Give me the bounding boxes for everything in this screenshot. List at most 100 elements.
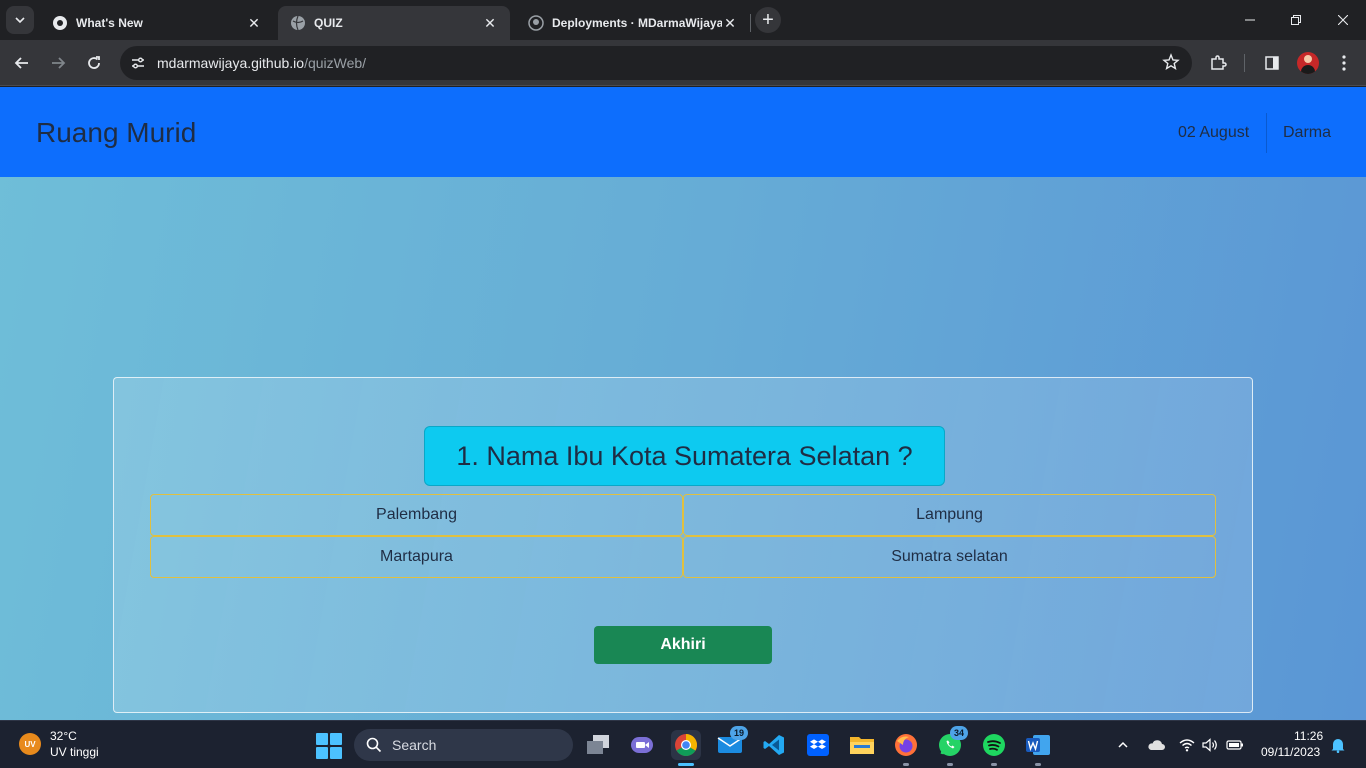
tab-search-button[interactable] bbox=[6, 6, 34, 34]
search-icon bbox=[366, 737, 382, 753]
video-chat-icon bbox=[631, 737, 653, 753]
clock-time[interactable]: 11:26 bbox=[1294, 729, 1323, 743]
spotify-icon bbox=[983, 734, 1005, 756]
page-viewport: Ruang Murid 02 August Darma 1. Nama Ibu … bbox=[0, 87, 1366, 720]
back-button[interactable] bbox=[8, 49, 36, 77]
brand-title[interactable]: Ruang Murid bbox=[36, 117, 196, 149]
chrome-taskbar-button[interactable] bbox=[671, 730, 701, 760]
task-view-button[interactable] bbox=[583, 730, 613, 760]
url-host: mdarmawijaya.github.io bbox=[157, 55, 305, 71]
windows-logo-tile bbox=[330, 733, 342, 745]
taskbar-search[interactable]: Search bbox=[354, 729, 573, 761]
word-button[interactable] bbox=[1023, 730, 1053, 760]
url-text: mdarmawijaya.github.io/quizWeb/ bbox=[157, 55, 366, 71]
running-indicator bbox=[947, 763, 953, 766]
tab-whats-new[interactable]: What's New ✕ bbox=[40, 6, 274, 40]
weather-description[interactable]: UV tinggi bbox=[50, 745, 99, 759]
close-icon[interactable]: ✕ bbox=[246, 15, 262, 31]
extensions-button[interactable] bbox=[1204, 49, 1232, 77]
wifi-icon bbox=[1179, 739, 1195, 752]
reload-button[interactable] bbox=[80, 49, 108, 77]
tab-strip: What's New ✕ QUIZ ✕ Deployments · MDarma… bbox=[0, 0, 1366, 40]
navbar: Ruang Murid 02 August Darma bbox=[0, 87, 1366, 177]
battery-icon bbox=[1226, 740, 1243, 750]
minimize-button[interactable] bbox=[1227, 0, 1273, 40]
close-icon[interactable]: ✕ bbox=[722, 15, 738, 31]
chrome-icon bbox=[675, 734, 697, 756]
close-window-button[interactable] bbox=[1320, 0, 1366, 40]
more-vertical-icon bbox=[1342, 55, 1346, 71]
volume-tray-icon[interactable] bbox=[1201, 736, 1219, 754]
file-explorer-button[interactable] bbox=[847, 730, 877, 760]
running-indicator bbox=[991, 763, 997, 766]
firefox-icon bbox=[895, 734, 917, 756]
chrome-icon bbox=[52, 15, 68, 31]
tab-title: What's New bbox=[76, 16, 143, 30]
weather-temperature[interactable]: 32°C bbox=[50, 729, 77, 743]
toolbar-divider bbox=[1244, 54, 1245, 72]
teams-chat-button[interactable] bbox=[627, 730, 657, 760]
mail-badge: 19 bbox=[730, 726, 748, 740]
site-settings-icon[interactable] bbox=[128, 53, 148, 73]
running-indicator bbox=[678, 763, 694, 766]
tab-title: Deployments · MDarmaWijaya bbox=[552, 16, 722, 30]
clock-date[interactable]: 09/11/2023 bbox=[1261, 745, 1320, 759]
windows-logo-tile bbox=[316, 747, 328, 759]
onedrive-tray-icon[interactable] bbox=[1147, 736, 1165, 754]
windows-logo-icon bbox=[316, 733, 328, 745]
weather-uv-icon[interactable]: UV bbox=[19, 733, 41, 755]
side-panel-icon bbox=[1265, 56, 1279, 70]
taskbar: UV 32°C UV tinggi Search 19 34 11:26 09/… bbox=[0, 720, 1366, 768]
firefox-button[interactable] bbox=[891, 730, 921, 760]
volume-icon bbox=[1202, 738, 1217, 752]
reload-icon bbox=[88, 56, 100, 69]
profile-avatar[interactable] bbox=[1297, 52, 1319, 74]
chevron-up-icon bbox=[1118, 741, 1128, 748]
vscode-icon bbox=[763, 735, 784, 755]
wifi-tray-icon[interactable] bbox=[1178, 736, 1196, 754]
nav-user-name[interactable]: Darma bbox=[1283, 124, 1331, 142]
arrow-right-icon bbox=[52, 57, 66, 69]
nav-date: 02 August bbox=[1178, 124, 1250, 141]
forward-button[interactable] bbox=[44, 49, 72, 77]
answer-option-2[interactable]: Lampung bbox=[683, 494, 1216, 536]
search-label: Search bbox=[392, 737, 437, 753]
tab-title: QUIZ bbox=[314, 16, 343, 30]
notifications-button[interactable] bbox=[1329, 736, 1347, 754]
tab-deployments[interactable]: Deployments · MDarmaWijaya ✕ bbox=[516, 6, 750, 40]
start-button[interactable] bbox=[316, 733, 342, 759]
minimize-icon bbox=[1245, 19, 1255, 21]
restore-button[interactable] bbox=[1273, 0, 1319, 40]
github-icon bbox=[528, 15, 544, 31]
question-title: 1. Nama Ibu Kota Sumatera Selatan ? bbox=[424, 426, 945, 486]
whatsapp-badge: 34 bbox=[950, 726, 968, 740]
spotify-button[interactable] bbox=[979, 730, 1009, 760]
running-indicator bbox=[903, 763, 909, 766]
close-icon[interactable]: ✕ bbox=[482, 15, 498, 31]
answer-option-1[interactable]: Palembang bbox=[150, 494, 683, 536]
bookmark-star-icon[interactable] bbox=[1162, 53, 1180, 76]
dropbox-button[interactable] bbox=[803, 730, 833, 760]
address-bar[interactable]: mdarmawijaya.github.io/quizWeb/ bbox=[120, 46, 1192, 80]
url-path: /quizWeb/ bbox=[304, 55, 367, 71]
new-tab-button[interactable]: + bbox=[755, 7, 781, 33]
vscode-button[interactable] bbox=[759, 730, 789, 760]
running-indicator bbox=[1035, 763, 1041, 766]
plus-icon: + bbox=[762, 8, 774, 31]
arrow-left-icon bbox=[14, 57, 28, 69]
bell-icon bbox=[1331, 739, 1345, 753]
task-view-icon bbox=[587, 735, 609, 754]
answer-option-3[interactable]: Martapura bbox=[150, 536, 683, 578]
globe-icon bbox=[290, 15, 306, 31]
finish-button[interactable]: Akhiri bbox=[594, 626, 772, 664]
show-hidden-icons-button[interactable] bbox=[1114, 736, 1132, 754]
menu-button[interactable] bbox=[1330, 49, 1358, 77]
browser-toolbar: mdarmawijaya.github.io/quizWeb/ bbox=[0, 40, 1366, 86]
tab-quiz[interactable]: QUIZ ✕ bbox=[278, 6, 510, 40]
battery-tray-icon[interactable] bbox=[1226, 736, 1244, 754]
answer-option-4[interactable]: Sumatra selatan bbox=[683, 536, 1216, 578]
tab-separator bbox=[750, 14, 751, 32]
chevron-down-icon bbox=[15, 17, 25, 24]
side-panel-button[interactable] bbox=[1258, 49, 1286, 77]
nav-divider bbox=[1266, 113, 1267, 153]
